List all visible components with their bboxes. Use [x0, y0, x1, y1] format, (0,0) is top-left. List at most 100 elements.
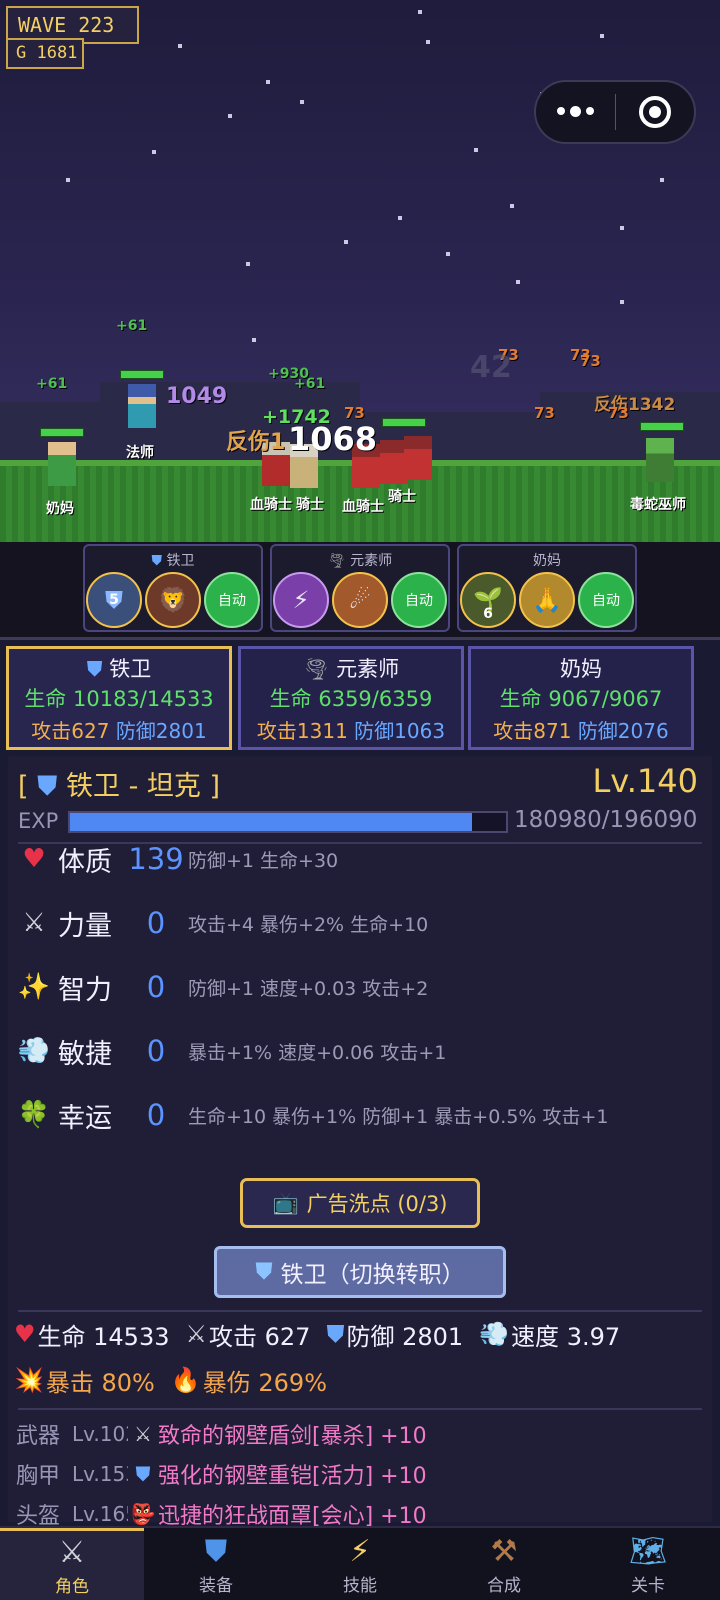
total-life: 生命 14533 [37, 1322, 170, 1351]
attribute-row-agility[interactable]: 💨 敏捷 0 暴击+1% 速度+0.06 攻击+1 [14, 1026, 447, 1076]
shield-icon: ⛊ [135, 1462, 151, 1486]
heal-text: +61 [116, 318, 148, 334]
hero-level: Lv.140 [592, 762, 698, 800]
sprout-skill-button[interactable]: 🌱 6 [460, 572, 516, 628]
hero-detail-panel: [ ⛊ 铁卫 - 坦克 ] Lv.140 EXP 180980/196090 ♥… [8, 756, 712, 1529]
hero-life: 生命 6359/6359 [269, 687, 433, 711]
shield-icon: ⛊ [151, 553, 163, 569]
switch-class-button[interactable]: ⛊ 铁卫（切换转职） [214, 1246, 506, 1298]
mage-name: 法师 [126, 445, 154, 461]
knight-name: 骑士 [296, 497, 324, 513]
attribute-row-luck[interactable]: 🍀 幸运 0 生命+10 暴伤+1% 防御+1 暴击+0.5% 攻击+1 [14, 1090, 609, 1140]
snake-witch-name: 毒蛇巫师 [630, 497, 686, 513]
auto-button[interactable]: 自动 [204, 572, 260, 628]
miniprogram-capsule [534, 80, 696, 144]
tornado-icon: 🌪 [327, 553, 346, 569]
tornado-icon: 🌪 [302, 657, 330, 681]
lightning-icon: ⚡ [292, 586, 310, 614]
prayer-icon: 🙏 [532, 586, 562, 614]
more-icon[interactable] [536, 106, 615, 117]
heart-icon: ♥ [22, 844, 46, 874]
equipment-row-weapon[interactable]: 武器 Lv.102 ⚔ 致命的钢壁盾剑[暴杀] +10 [16, 1416, 427, 1452]
star [418, 10, 422, 14]
swords-icon: ⚔ [22, 908, 46, 938]
nav-craft[interactable]: ⚒ 合成 [432, 1528, 576, 1600]
healer-hp-bar [40, 428, 84, 437]
hero-name: 铁卫 [109, 657, 152, 681]
total-stats-row: ♥ 生命 14533 ⚔ 攻击 627 ⛊ 防御 2801 💨 速度 3.97 [14, 1314, 620, 1354]
nav-equipment[interactable]: ⛊ 装备 [144, 1528, 288, 1600]
ghost-text: 42 [470, 350, 512, 385]
prayer-skill-button[interactable]: 🙏 [519, 572, 575, 628]
healer-name: 奶妈 [46, 501, 74, 517]
total-crit: 暴击 80% [45, 1368, 155, 1397]
heart-icon: ♥ [14, 1320, 36, 1348]
equipment-row-chest[interactable]: 胸甲 Lv.153 ⛊ 强化的钢壁重铠[活力] +10 [16, 1456, 427, 1492]
attribute-value: 0 [146, 1034, 166, 1068]
blood-knight-sprite[interactable] [404, 436, 432, 480]
attribute-value: 0 [146, 970, 166, 1004]
swords-icon: ⚔ [58, 1535, 86, 1570]
fire-icon: 🔥 [170, 1366, 201, 1394]
attribute-desc: 生命+10 暴伤+1% 防御+1 暴击+0.5% 攻击+1 [188, 1105, 609, 1128]
comet-icon: ☄ [349, 586, 371, 614]
damage-text-big: 1068 [288, 420, 378, 458]
attribute-value: 0 [146, 906, 166, 940]
hero-tab-elementalist[interactable]: 🌪 元素师 生命 6359/6359 攻击1311 防御1063 [238, 646, 464, 750]
attribute-row-strength[interactable]: ⚔ 力量 0 攻击+4 暴伤+2% 生命+10 [14, 898, 428, 948]
lightning-skill-button[interactable]: ⚡ [273, 572, 329, 628]
healer-sprite[interactable] [48, 442, 76, 486]
shield-icon: ⛊ [37, 771, 58, 802]
nav-skills[interactable]: ⚡ 技能 [288, 1528, 432, 1600]
comet-skill-button[interactable]: ☄ [332, 572, 388, 628]
hero-name: 奶妈 [560, 657, 602, 681]
map-icon: 🗺 [628, 1533, 668, 1569]
hero-name: 元素师 [336, 657, 400, 681]
total-crit-damage: 暴伤 269% [202, 1368, 328, 1397]
skill-group-iron-guard: ⛊ 铁卫 ⛊ 5 🦁 自动 [83, 544, 263, 632]
nav-character[interactable]: ⚔ 角色 [0, 1528, 144, 1600]
attribute-desc: 攻击+4 暴伤+2% 生命+10 [188, 913, 429, 936]
blood-knight-name: 血骑士 [250, 497, 292, 513]
clover-icon: 🍀 [17, 1100, 51, 1130]
star [344, 240, 348, 244]
hero-attack: 攻击1311 [256, 719, 348, 743]
hero-defense: 防御2076 [577, 719, 669, 743]
attribute-row-constitution[interactable]: ♥ 体质 139 防御+1 生命+30 [14, 834, 338, 884]
heal-text: +61 [294, 376, 326, 392]
wind-icon: 💨 [479, 1320, 510, 1348]
hero-tab-iron-guard[interactable]: ⛊ 铁卫 生命 10183/14533 攻击627 防御2801 [6, 646, 232, 750]
skill-group-title: 铁卫 [166, 553, 195, 569]
star [620, 300, 624, 304]
hero-tab-healer[interactable]: 奶妈 生命 9067/9067 攻击871 防御2076 [468, 646, 694, 750]
snake-witch-sprite[interactable] [646, 438, 674, 482]
ad-respec-button[interactable]: 📺 广告洗点 (0/3) [240, 1178, 480, 1228]
nav-stages[interactable]: 🗺 关卡 [576, 1528, 720, 1600]
shield-skill-button[interactable]: ⛊ 5 [86, 572, 142, 628]
blood-knight-name: 血骑士 [342, 499, 384, 515]
mage-sprite[interactable] [128, 384, 156, 428]
swords-icon: ⚔ [185, 1320, 208, 1348]
hammer-icon: ⚒ [490, 1533, 518, 1569]
attribute-row-intelligence[interactable]: ✨ 智力 0 防御+1 速度+0.03 攻击+2 [14, 962, 429, 1012]
hero-defense: 防御2801 [115, 719, 207, 743]
star [620, 226, 624, 230]
knight-name: 骑士 [388, 489, 416, 505]
hero-defense: 防御1063 [354, 719, 446, 743]
total-speed: 速度 3.97 [511, 1322, 621, 1351]
tv-icon: 📺 [272, 1190, 299, 1215]
shield-icon: ⛊ [204, 1533, 228, 1569]
cooldown-counter: 5 [109, 592, 119, 608]
damage-text: 73 [534, 404, 555, 422]
taunt-skill-button[interactable]: 🦁 [145, 572, 201, 628]
shield-icon: ⛊ [326, 1320, 345, 1348]
attribute-desc: 防御+1 速度+0.03 攻击+2 [188, 977, 429, 1000]
star [266, 80, 270, 84]
auto-button[interactable]: 自动 [578, 572, 634, 628]
star [300, 100, 304, 104]
total-attack: 攻击 627 [209, 1322, 311, 1351]
auto-button[interactable]: 自动 [391, 572, 447, 628]
bottom-nav: ⚔ 角色 ⛊ 装备 ⚡ 技能 ⚒ 合成 🗺 关卡 [0, 1526, 720, 1600]
close-target-icon[interactable] [616, 96, 695, 128]
star [426, 40, 430, 44]
